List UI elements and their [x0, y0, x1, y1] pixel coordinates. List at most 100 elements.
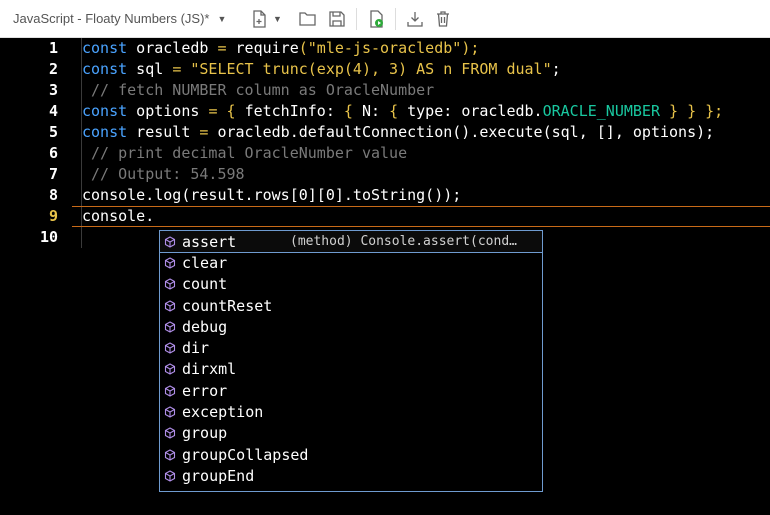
line-number: 6: [48, 144, 58, 162]
property-key: fetchInfo: [244, 102, 326, 120]
suggestion-item[interactable]: debug: [160, 316, 542, 337]
punctuation: ;: [551, 60, 561, 78]
method-cube-icon: [164, 299, 176, 312]
property-key: N: [361, 102, 371, 120]
suggestion-item[interactable]: exception: [160, 401, 542, 422]
suggestion-label: dir: [182, 339, 210, 358]
expression: oracledb.defaultConnection().execute(sql…: [208, 123, 715, 141]
line-number: 1: [48, 39, 58, 57]
chevron-down-icon: ▼: [217, 13, 227, 24]
code-line-4: const options = { fetchInfo: { N: { type…: [82, 101, 723, 122]
new-file-icon: [253, 9, 267, 28]
download-button[interactable]: [404, 8, 426, 30]
code-line-9: console.: [82, 207, 155, 225]
current-line-highlight: [72, 206, 770, 227]
suggestion-detail: (method) Console.assert(cond…: [290, 234, 517, 250]
line-number: 5: [48, 123, 58, 141]
string-literal: "mle-js-oracledb": [307, 39, 462, 57]
run-file-icon: [370, 9, 383, 28]
punctuation: (: [298, 39, 308, 57]
identifier: oracledb.: [461, 102, 543, 120]
autocomplete-popup[interactable]: assert (method) Console.assert(cond… cle…: [159, 229, 543, 492]
suggestion-item[interactable]: clear: [160, 252, 542, 273]
punctuation: {: [389, 102, 408, 120]
line-number: 4: [48, 102, 58, 120]
suggestion-label: dirxml: [182, 360, 237, 379]
trash-icon: [437, 10, 450, 27]
property-key: type: [407, 102, 444, 120]
line-number: 8: [48, 186, 58, 204]
operator: =: [217, 39, 227, 57]
toolbar-divider: [356, 7, 358, 30]
punctuation: {: [217, 102, 245, 120]
identifier: sql: [127, 60, 173, 78]
line-number: 3: [48, 81, 58, 99]
suggestion-item[interactable]: count: [160, 274, 542, 295]
method-cube-icon: [164, 321, 176, 333]
operator: =: [172, 60, 182, 78]
method-cube-icon: [164, 406, 176, 418]
suggestion-label: groupEnd: [182, 466, 255, 485]
punctuation: } } };: [660, 102, 724, 120]
line-number: 10: [39, 228, 58, 246]
code-line-8: console.log(result.rows[0][0].toString()…: [82, 186, 462, 204]
delete-button[interactable]: [432, 8, 454, 30]
file-title: JavaScript - Floaty Numbers (JS)*: [13, 11, 210, 26]
punctuation: :: [325, 102, 344, 120]
identifier: result: [127, 123, 200, 141]
run-button[interactable]: [365, 8, 387, 30]
suggestion-label: assert: [182, 232, 237, 251]
suggestion-label: debug: [182, 317, 228, 336]
suggestion-item[interactable]: groupCollapsed: [160, 444, 542, 465]
method-cube-icon: [164, 342, 176, 354]
line-number: 2: [48, 60, 58, 78]
code-line-6: // print decimal OracleNumber value: [82, 144, 408, 162]
chevron-down-icon: ▼: [272, 13, 282, 24]
suggestion-item[interactable]: countReset: [160, 295, 542, 316]
line-number: 7: [48, 165, 58, 183]
suggestion-label: count: [182, 275, 228, 294]
punctuation: {: [343, 102, 362, 120]
suggestion-item[interactable]: group: [160, 423, 542, 444]
method-cube-icon: [164, 427, 176, 439]
line-number-gutter: 1 2 3 4 5 6 7 8 9 10: [0, 38, 72, 515]
string-literal: "SELECT trunc(exp(4), 3) AS n FROM dual": [181, 60, 552, 78]
suggestion-label: group: [182, 424, 228, 443]
method-cube-icon: [164, 449, 176, 461]
suggestion-label: clear: [182, 253, 228, 272]
constant: ORACLE_NUMBER: [542, 102, 660, 120]
suggestion-item[interactable]: error: [160, 380, 542, 401]
method-cube-icon: [164, 470, 176, 482]
file-selector[interactable]: JavaScript - Floaty Numbers (JS)* ▼: [13, 7, 226, 31]
function-name: require: [226, 39, 299, 57]
method-cube-icon: [164, 257, 176, 269]
identifier: options: [127, 102, 209, 120]
code-line-7: // Output: 54.598: [82, 165, 245, 183]
save-icon: [329, 10, 346, 27]
identifier: oracledb: [127, 39, 218, 57]
new-file-dropdown[interactable]: ▼: [270, 8, 284, 30]
keyword: const: [82, 102, 128, 120]
suggestion-label: error: [182, 381, 228, 400]
suggestion-item[interactable]: groupEnd: [160, 465, 542, 486]
method-cube-icon: [164, 363, 176, 376]
suggestion-label: countReset: [182, 296, 273, 315]
save-button[interactable]: [326, 8, 348, 30]
toolbar-divider: [395, 7, 397, 30]
suggestion-item-selected[interactable]: assert (method) Console.assert(cond…: [159, 229, 543, 254]
suggestion-label: exception: [182, 403, 264, 422]
code-line-1: const oracledb = require("mle-js-oracled…: [82, 38, 479, 59]
new-file-button[interactable]: [248, 8, 270, 30]
code-line-3: // fetch NUMBER column as OracleNumber: [82, 81, 435, 99]
suggestion-item[interactable]: dirxml: [160, 359, 542, 380]
method-cube-icon: [164, 236, 176, 248]
keyword: const: [82, 123, 128, 141]
suggestion-item[interactable]: dir: [160, 338, 542, 359]
suggestion-label: groupCollapsed: [182, 445, 309, 464]
line-number-current: 9: [48, 207, 58, 225]
punctuation: :: [371, 102, 390, 120]
folder-icon: [299, 12, 316, 26]
code-line-5: const result = oracledb.defaultConnectio…: [82, 122, 714, 143]
open-folder-button[interactable]: [296, 8, 318, 30]
punctuation: );: [461, 39, 480, 57]
